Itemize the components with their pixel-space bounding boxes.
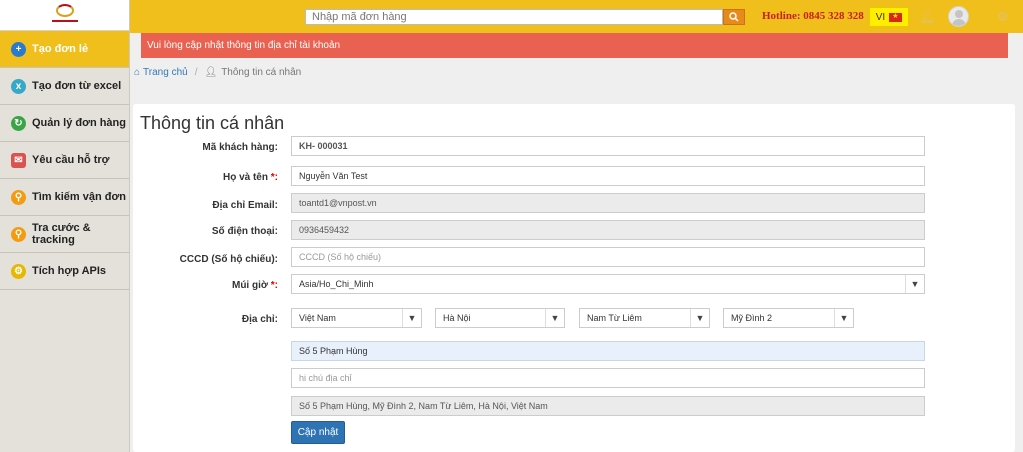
language-label: VI bbox=[875, 11, 886, 23]
province-select[interactable]: Hà Nội ▼ bbox=[435, 308, 565, 328]
ward-select[interactable]: Mỹ Đình 2 ▼ bbox=[723, 308, 854, 328]
home-icon: ⌂ bbox=[134, 67, 141, 78]
sidebar: + Tạo đơn lẻ x Tạo đơn từ excel ↻ Quản l… bbox=[0, 0, 130, 452]
plus-circle-icon: + bbox=[11, 41, 26, 57]
timezone-label-text: Múi giờ bbox=[231, 280, 271, 291]
timezone-value: Asia/Ho_Chi_Minh bbox=[299, 279, 374, 289]
dropdown-arrow-icon: ▼ bbox=[834, 309, 853, 327]
email-field: toantd1@vnpost.vn bbox=[291, 193, 925, 213]
street-address-field[interactable] bbox=[291, 341, 925, 361]
dropdown-arrow-icon: ▼ bbox=[690, 309, 709, 327]
country-value: Việt Nam bbox=[299, 313, 336, 323]
dropdown-arrow-icon: ▼ bbox=[905, 275, 924, 293]
page-title: Thông tin cá nhân bbox=[140, 113, 285, 133]
province-value: Hà Nội bbox=[443, 313, 471, 323]
id-label: CCCD (Số hộ chiếu): bbox=[179, 254, 278, 265]
fullname-label-text: Họ và tên bbox=[222, 172, 271, 183]
required-mark: *: bbox=[270, 172, 278, 183]
sidebar-item-search-waybill[interactable]: ⚲ Tìm kiếm vận đơn bbox=[0, 179, 129, 216]
search-icon: ⚲ bbox=[11, 226, 26, 242]
breadcrumb-separator: / bbox=[194, 67, 198, 78]
phone-label: Số điện thoại: bbox=[211, 226, 278, 237]
gear-icon: ⚙ bbox=[11, 263, 26, 279]
timezone-select[interactable]: Asia/Ho_Chi_Minh ▼ bbox=[291, 274, 925, 294]
profile-panel: Thông tin cá nhân Mã khách hàng: KH- 000… bbox=[133, 104, 1015, 452]
email-label: Địa chỉ Email: bbox=[212, 200, 278, 211]
customer-code-field: KH- 000031 bbox=[291, 136, 925, 156]
dropdown-arrow-icon: ▼ bbox=[402, 309, 421, 327]
required-mark: *: bbox=[270, 280, 278, 291]
fullname-label: Họ và tên *: bbox=[128, 172, 278, 183]
support-icon: ✉ bbox=[11, 152, 26, 168]
sidebar-item-tracking[interactable]: ⚲ Tra cước & tracking bbox=[0, 216, 129, 253]
refresh-icon: ↻ bbox=[11, 115, 26, 131]
search-bar bbox=[305, 9, 745, 25]
sidebar-item-label: Quản lý đơn hàng bbox=[32, 117, 126, 129]
country-select[interactable]: Việt Nam ▼ bbox=[291, 308, 422, 328]
search-icon bbox=[729, 12, 739, 22]
sidebar-item-label: Tạo đơn từ excel bbox=[32, 80, 122, 92]
top-bar: Hotline: 0845 328 328 VI 🔔︎ ⚙ bbox=[130, 0, 1023, 33]
district-value: Nam Từ Liêm bbox=[587, 313, 642, 323]
search-input[interactable] bbox=[305, 9, 723, 25]
fullname-field[interactable] bbox=[291, 166, 925, 186]
hotline-text: Hotline: 0845 328 328 bbox=[762, 10, 864, 22]
search-button[interactable] bbox=[723, 9, 745, 25]
bell-icon[interactable]: 🔔︎ bbox=[920, 10, 935, 24]
breadcrumb-home[interactable]: ⌂ Trang chủ bbox=[134, 67, 188, 78]
excel-icon: x bbox=[11, 78, 26, 94]
sidebar-item-label: Tích hợp APIs bbox=[32, 265, 107, 277]
vietnam-flag-icon bbox=[889, 12, 903, 22]
breadcrumb-home-label: Trang chủ bbox=[143, 67, 188, 78]
language-selector[interactable]: VI bbox=[869, 7, 909, 27]
dropdown-arrow-icon: ▼ bbox=[545, 309, 564, 327]
address-note-field[interactable] bbox=[291, 368, 925, 388]
gear-icon[interactable]: ⚙ bbox=[997, 9, 1009, 25]
update-button[interactable]: Cập nhật bbox=[291, 421, 345, 444]
full-address-field: Số 5 Phạm Hùng, Mỹ Đình 2, Nam Từ Liêm, … bbox=[291, 396, 925, 416]
logo[interactable] bbox=[0, 0, 129, 31]
ward-value: Mỹ Đình 2 bbox=[731, 313, 773, 323]
district-select[interactable]: Nam Từ Liêm ▼ bbox=[579, 308, 710, 328]
phone-field: 0936459432 bbox=[291, 220, 925, 240]
logo-icon bbox=[51, 4, 79, 26]
search-icon: ⚲ bbox=[11, 189, 26, 205]
address-label: Địa chỉ: bbox=[241, 314, 278, 325]
breadcrumb: ⌂ Trang chủ / 👤︎ Thông tin cá nhân bbox=[134, 67, 301, 78]
sidebar-item-manage-orders[interactable]: ↻ Quản lý đơn hàng bbox=[0, 105, 129, 142]
address-alert: Vui lòng cập nhật thông tin địa chỉ tài … bbox=[141, 33, 1008, 58]
sidebar-item-support[interactable]: ✉ Yêu cầu hỗ trợ bbox=[0, 142, 129, 179]
breadcrumb-current: Thông tin cá nhân bbox=[221, 67, 302, 78]
customer-code-label: Mã khách hàng: bbox=[202, 142, 278, 153]
sidebar-item-api[interactable]: ⚙ Tích hợp APIs bbox=[0, 253, 129, 290]
id-number-field[interactable] bbox=[291, 247, 925, 267]
sidebar-item-label: Tìm kiếm vận đơn bbox=[32, 191, 127, 203]
avatar[interactable] bbox=[948, 6, 969, 27]
sidebar-item-label: Tra cước & tracking bbox=[32, 222, 91, 246]
timezone-label: Múi giờ *: bbox=[128, 280, 278, 291]
sidebar-item-label: Yêu cầu hỗ trợ bbox=[32, 154, 110, 166]
sidebar-item-excel[interactable]: x Tạo đơn từ excel bbox=[0, 68, 129, 105]
sidebar-item-label: Tạo đơn lẻ bbox=[32, 43, 89, 55]
sidebar-item-create-order[interactable]: + Tạo đơn lẻ bbox=[0, 31, 129, 68]
user-icon: 👤︎ bbox=[204, 67, 218, 78]
